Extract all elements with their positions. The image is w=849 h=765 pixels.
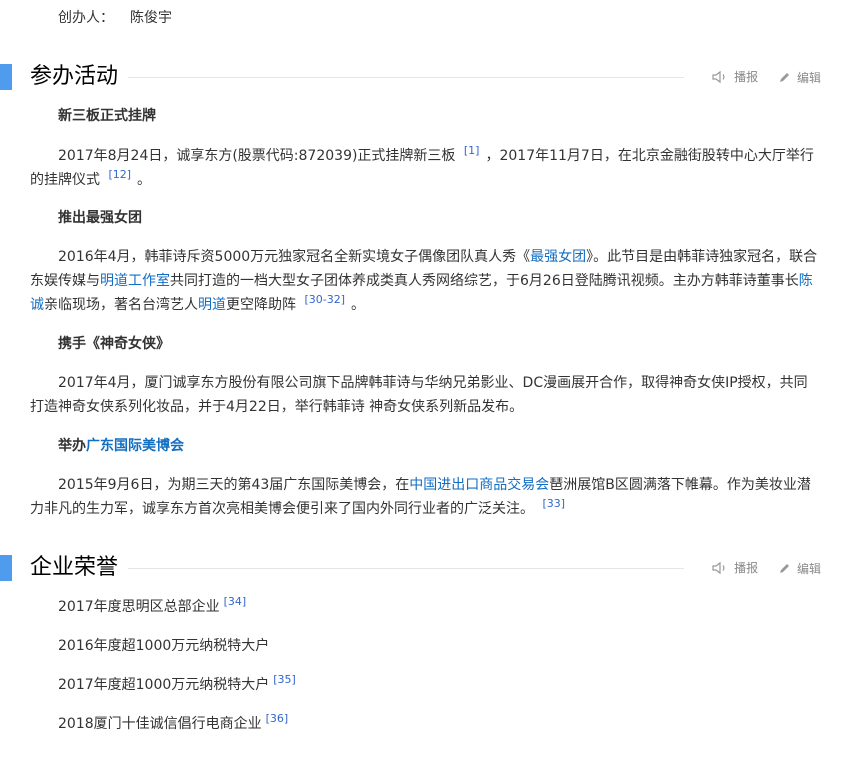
paragraph-text: 更空降助阵 [226, 297, 301, 313]
pencil-icon [779, 564, 789, 573]
activity-heading: 举办广东国际美博会 [58, 436, 184, 456]
activity-paragraph: 2015年9月6日，为期三天的第43届广东国际美博会，在中国进出口商品交易会琶洲… [30, 473, 820, 521]
paragraph-text: 2015年9月6日，为期三天的第43届广东国际美博会，在 [58, 477, 410, 493]
citation-ref[interactable]: [33] [542, 497, 565, 510]
inline-link[interactable]: 明道工作室 [100, 273, 170, 289]
paragraph-text: 。 [351, 297, 365, 313]
founder-row: 创办人： 陈俊宇 [58, 8, 172, 28]
activity-paragraph: 2017年8月24日，诚享东方(股票代码:872039)正式挂牌新三板 [1]，… [30, 144, 820, 192]
founder-label: 创办人： [58, 10, 114, 26]
honor-item: 2016年度超1000万元纳税特大户 [58, 636, 269, 656]
speaker-icon [712, 561, 725, 575]
paragraph-text: 2016年4月，韩菲诗斥资5000万元独家冠名全新实境女子偶像团队真人秀《 [58, 249, 531, 265]
section-tools: 播报 编辑 [712, 559, 821, 580]
edit-button[interactable]: 编辑 [778, 560, 821, 578]
inline-link[interactable]: 明道 [198, 297, 226, 313]
play-label: 播报 [734, 70, 759, 84]
honor-text: 2017年度超1000万元纳税特大户 [58, 677, 270, 693]
speaker-icon [712, 70, 725, 84]
citation-ref[interactable]: [35] [273, 673, 296, 686]
section-header-honors: 企业荣誉 播报 编辑 [0, 552, 849, 584]
paragraph-text: 共同打造的一档大型女子团体养成类真人秀网络综艺，于6月26日登陆腾讯视频。主办方… [170, 273, 799, 289]
section-divider [128, 568, 684, 569]
paragraph-text: 2017年4月，厦门诚享东方股份有限公司旗下品牌韩菲诗与华纳兄弟影业、DC漫画展… [30, 375, 808, 415]
paragraph-text: 2017年8月24日，诚享东方(股票代码:872039)正式挂牌新三板 [58, 148, 460, 164]
play-button[interactable]: 播报 [712, 68, 758, 86]
paragraph-text: 亲临现场，著名台湾艺人 [44, 297, 198, 313]
edit-label: 编辑 [796, 70, 821, 85]
activity-heading-prefix: 举办 [58, 438, 86, 454]
citation-ref[interactable]: [12] [108, 168, 131, 181]
honor-item: 2018厦门十佳诚信倡行电商企业 [36] [58, 712, 294, 734]
honor-item: 2017年度思明区总部企业 [34] [58, 595, 252, 617]
section-divider [128, 77, 684, 78]
section-accent-bar [0, 555, 12, 581]
citation-ref[interactable]: [1] [464, 144, 480, 157]
citation-ref[interactable]: [30-32] [304, 293, 345, 306]
play-button[interactable]: 播报 [712, 559, 758, 577]
honor-text: 2017年度思明区总部企业 [58, 599, 220, 615]
activity-heading: 新三板正式挂牌 [58, 108, 156, 124]
activity-heading-link[interactable]: 广东国际美博会 [86, 438, 184, 454]
inline-link[interactable]: 中国进出口商品交易会 [409, 477, 549, 493]
section-header-activities: 参办活动 播报 编辑 [0, 61, 849, 93]
section-title: 参办活动 [30, 64, 119, 89]
edit-button[interactable]: 编辑 [778, 69, 821, 87]
activity-heading: 携手《神奇女侠》 [58, 336, 170, 352]
edit-label: 编辑 [796, 561, 821, 576]
play-label: 播报 [734, 561, 759, 575]
activity-paragraph: 2016年4月，韩菲诗斥资5000万元独家冠名全新实境女子偶像团队真人秀《最强女… [30, 245, 820, 317]
pencil-icon [779, 73, 789, 82]
citation-ref[interactable]: [36] [266, 712, 289, 725]
section-title: 企业荣誉 [30, 555, 119, 580]
paragraph-text: 。 [137, 172, 152, 188]
inline-link[interactable]: 最强女团 [530, 249, 586, 265]
section-tools: 播报 编辑 [712, 68, 821, 89]
section-accent-bar [0, 64, 12, 90]
activity-heading: 推出最强女团 [58, 210, 142, 226]
honor-text: 2018厦门十佳诚信倡行电商企业 [58, 716, 262, 732]
activity-paragraph: 2017年4月，厦门诚享东方股份有限公司旗下品牌韩菲诗与华纳兄弟影业、DC漫画展… [30, 371, 820, 419]
honor-text: 2016年度超1000万元纳税特大户 [58, 638, 270, 654]
citation-ref[interactable]: [34] [224, 595, 247, 608]
founder-value: 陈俊宇 [130, 10, 172, 26]
honor-item: 2017年度超1000万元纳税特大户 [35] [58, 673, 302, 695]
